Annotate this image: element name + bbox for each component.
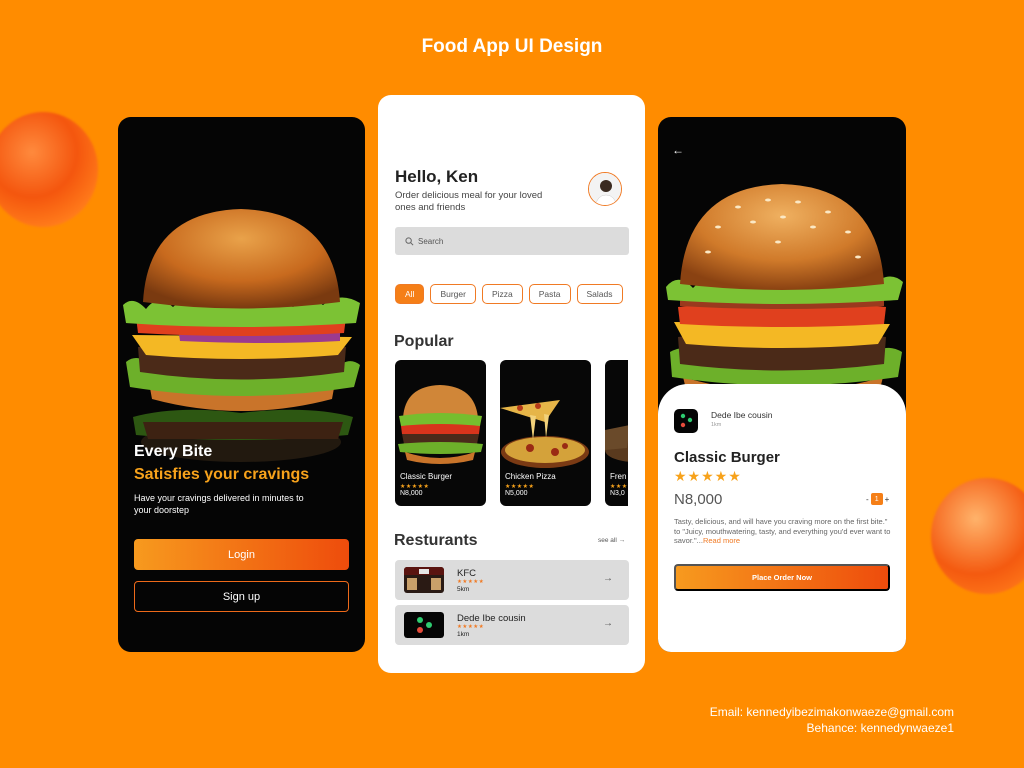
- decorative-orb: [0, 112, 98, 227]
- pizza-thumbnail: [500, 400, 589, 468]
- popular-heading: Popular: [394, 333, 454, 350]
- arrow-right-icon[interactable]: →: [603, 618, 613, 629]
- avatar[interactable]: [588, 172, 622, 206]
- contact-info: Email: kennedyibezimakonwaeze@gmail.com …: [710, 704, 954, 736]
- category-chip-all[interactable]: All: [395, 284, 425, 304]
- popular-card-name: Fren: [610, 472, 627, 481]
- read-more-link[interactable]: Read more: [703, 536, 740, 545]
- quantity-value: 1: [870, 493, 883, 505]
- popular-card-price: N8,000: [400, 490, 423, 497]
- restaurant-name: Dede Ibe cousin: [457, 613, 526, 624]
- rating-stars: ★★★★★: [674, 468, 742, 484]
- category-chip-pasta[interactable]: Pasta: [528, 284, 571, 304]
- greeting: Hello, Ken: [395, 167, 479, 186]
- popular-card-fries[interactable]: Fren ★★★★★ N3,0: [605, 360, 628, 506]
- quantity-stepper[interactable]: - 1 +: [866, 493, 889, 505]
- signup-button[interactable]: Sign up: [134, 581, 349, 612]
- onboarding-subheadline: Satisfies your cravings: [134, 466, 310, 483]
- detail-sheet: Dede Ibe cousin 1km Classic Burger ★★★★★…: [658, 384, 906, 652]
- restaurant-distance: 1km: [457, 631, 470, 638]
- popular-card-price: N3,0: [610, 490, 625, 497]
- category-filter-bar: All Burger Pizza Pasta Salads: [378, 284, 628, 304]
- rating-stars: ★★★★★: [457, 579, 485, 585]
- see-all-link[interactable]: see all →: [598, 537, 625, 544]
- popular-carousel: Classic Burger ★★★★★ N8,000 Chicken Pizz…: [395, 360, 628, 506]
- decrease-button[interactable]: -: [866, 495, 869, 504]
- restaurant-item-dede-ibe-cousin[interactable]: Dede Ibe cousin ★★★★★ 1km →: [395, 605, 629, 645]
- rating-stars: ★★★★★: [610, 484, 628, 490]
- popular-card-classic-burger[interactable]: Classic Burger ★★★★★ N8,000: [395, 360, 486, 506]
- page-title: Food App UI Design: [421, 36, 603, 57]
- popular-card-price: N5,000: [505, 490, 528, 497]
- restaurant-logo: [674, 409, 698, 433]
- increase-button[interactable]: +: [885, 495, 890, 504]
- search-input[interactable]: Search: [395, 227, 629, 255]
- category-chip-salads[interactable]: Salads: [576, 284, 623, 304]
- fries-thumbnail: [605, 425, 628, 462]
- onboarding-description: Have your cravings delivered in minutes …: [134, 493, 304, 515]
- rating-stars: ★★★★★: [505, 484, 535, 490]
- search-placeholder: Search: [418, 236, 444, 246]
- restaurant-item-kfc[interactable]: KFC ★★★★★ 5km →: [395, 560, 629, 600]
- login-button[interactable]: Login: [134, 539, 349, 570]
- dede-ibe-logo: [404, 612, 444, 638]
- search-icon: [405, 236, 414, 245]
- food-description: Tasty, delicious, and will have you crav…: [674, 517, 892, 546]
- restaurant-name: Dede Ibe cousin: [711, 410, 773, 420]
- arrow-left-icon[interactable]: ←: [672, 143, 684, 157]
- kfc-storefront-image: [404, 567, 444, 593]
- rating-stars: ★★★★★: [457, 624, 485, 630]
- burger-hero-image: [123, 209, 360, 462]
- food-price: N8,000: [674, 491, 723, 508]
- restaurants-heading: Resturants: [394, 532, 478, 549]
- food-detail-screen: ← Dede Ibe cousin 1km Classic Burger ★★★…: [658, 117, 906, 652]
- home-screen: Hello, Ken Order delicious meal for your…: [378, 95, 645, 673]
- greeting-subtitle: Order delicious meal for your loved ones…: [395, 190, 543, 213]
- onboarding-screen: Every Bite Satisfies your cravings Have …: [118, 117, 365, 652]
- popular-card-name: Chicken Pizza: [505, 472, 556, 481]
- popular-card-name: Classic Burger: [400, 472, 453, 481]
- onboarding-headline: Every Bite: [134, 443, 213, 460]
- category-chip-burger[interactable]: Burger: [430, 284, 476, 304]
- contact-email: Email: kennedyibezimakonwaeze@gmail.com: [709, 705, 954, 719]
- category-chip-pizza[interactable]: Pizza: [481, 284, 523, 304]
- user-avatar-icon: [589, 173, 621, 205]
- restaurant-name: KFC: [457, 568, 476, 579]
- arrow-right-icon[interactable]: →: [603, 573, 613, 584]
- rating-stars: ★★★★★: [400, 484, 430, 490]
- popular-card-chicken-pizza[interactable]: Chicken Pizza ★★★★★ N5,000: [500, 360, 591, 506]
- restaurant-distance: 5km: [457, 586, 470, 593]
- food-title: Classic Burger: [674, 449, 780, 466]
- restaurant-distance: 1km: [711, 422, 722, 428]
- decorative-orb: [931, 478, 1024, 594]
- burger-thumbnail: [398, 385, 483, 464]
- place-order-button[interactable]: Place Order Now: [674, 564, 890, 591]
- contact-behance: Behance: kennedynwaeze1: [806, 721, 954, 735]
